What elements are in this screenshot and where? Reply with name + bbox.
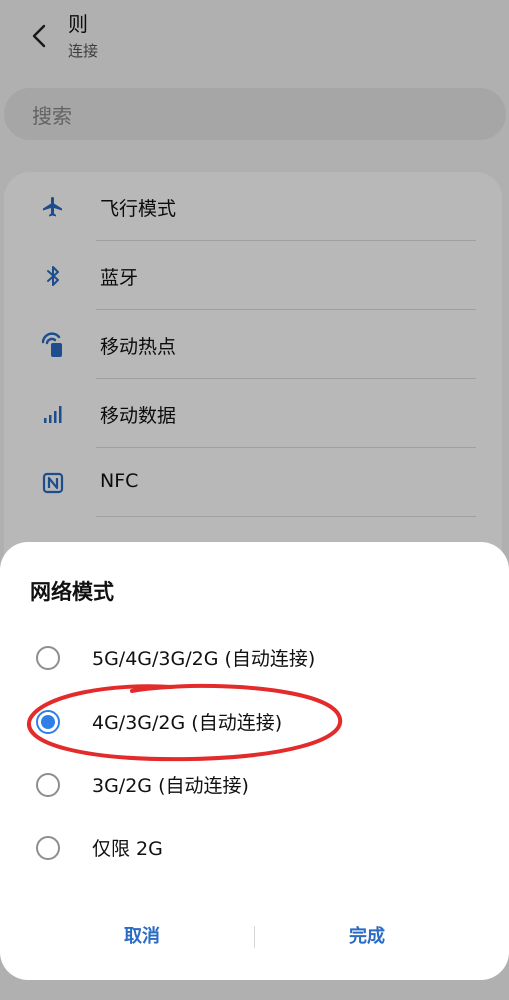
network-option-4g[interactable]: 4G/3G/2G (自动连接)	[0, 694, 509, 754]
network-option-3g[interactable]: 3G/2G (自动连接)	[0, 757, 509, 817]
network-option-2g-only[interactable]: 仅限 2G	[0, 820, 509, 880]
network-option-5g[interactable]: 5G/4G/3G/2G (自动连接)	[0, 630, 509, 690]
option-label: 4G/3G/2G (自动连接)	[92, 712, 283, 734]
radio-button[interactable]	[36, 773, 60, 797]
option-label: 3G/2G (自动连接)	[92, 775, 249, 797]
radio-button[interactable]	[36, 836, 60, 860]
radio-button[interactable]	[36, 646, 60, 670]
option-label: 5G/4G/3G/2G (自动连接)	[92, 648, 316, 670]
radio-button-selected[interactable]	[36, 710, 60, 734]
network-mode-dialog: 网络模式 5G/4G/3G/2G (自动连接) 4G/3G/2G (自动连接) …	[0, 542, 509, 980]
button-divider	[254, 926, 255, 948]
dialog-button-row: 取消 完成	[0, 912, 509, 962]
option-label: 仅限 2G	[92, 838, 163, 860]
done-button[interactable]: 完成	[287, 922, 447, 948]
dialog-title: 网络模式	[30, 580, 114, 604]
cancel-button[interactable]: 取消	[62, 922, 222, 948]
